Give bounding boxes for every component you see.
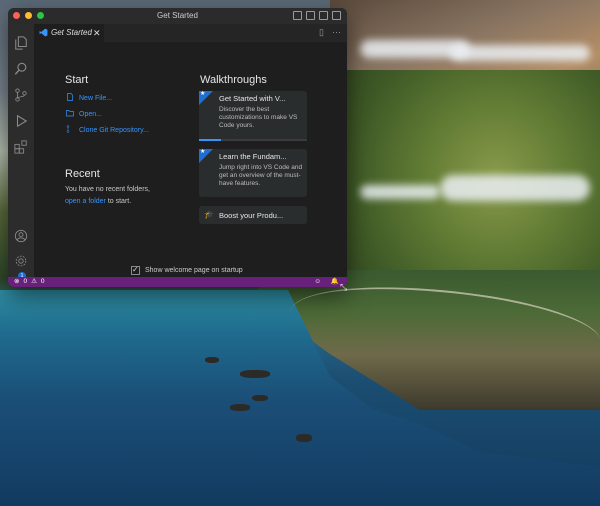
no-recent-text: You have no recent folders,: [65, 186, 150, 193]
window-title: Get Started: [157, 11, 198, 20]
new-file-link[interactable]: New File...: [66, 93, 112, 102]
explorer-icon[interactable]: [14, 36, 28, 50]
clone-repo-link[interactable]: Clone Git Repository...: [66, 125, 149, 134]
cloud: [450, 45, 590, 61]
editor-tab-bar: Get Started ✕ ▯ ···: [34, 24, 347, 42]
notifications-bell-icon[interactable]: 🔔: [331, 277, 339, 287]
new-file-icon: [66, 93, 75, 102]
show-welcome-checkbox[interactable]: [131, 265, 140, 275]
star-icon: ★: [200, 149, 206, 155]
tab-label: Get Started: [51, 28, 92, 37]
accounts-icon[interactable]: [14, 229, 28, 243]
search-icon[interactable]: [14, 62, 28, 76]
to-start-text: to start.: [107, 198, 132, 205]
cloud: [360, 185, 440, 199]
tab-get-started[interactable]: Get Started ✕: [34, 24, 104, 42]
open-folder-link[interactable]: open a folder: [65, 198, 106, 205]
status-right: ☺ 🔔: [314, 277, 339, 287]
traffic-lights: [13, 12, 44, 19]
close-tab-icon[interactable]: ✕: [93, 24, 101, 42]
more-actions-icon[interactable]: ···: [332, 27, 341, 38]
sea-rock: [205, 357, 219, 363]
walkthroughs-heading: Walkthroughs: [200, 74, 267, 86]
welcome-page: Start New File... Open... Clone Git Repo…: [34, 42, 347, 277]
card-title: Learn the Fundam...: [219, 152, 287, 161]
activity-bar: 1: [8, 24, 34, 280]
card-title: Boost your Produ...: [219, 211, 284, 220]
walkthrough-card-fundamentals[interactable]: ★ Learn the Fundam... Jump right into VS…: [199, 149, 307, 197]
toggle-secondary-sidebar-icon[interactable]: [319, 11, 328, 20]
title-bar[interactable]: Get Started: [8, 8, 347, 24]
source-control-icon: [66, 125, 75, 134]
manage-gear-icon[interactable]: [14, 254, 28, 268]
mortarboard-icon: 🎓: [204, 210, 214, 219]
card-description: Discover the best customizations to make…: [219, 106, 298, 129]
editor-actions: ▯ ···: [319, 27, 341, 38]
resize-cursor-icon: ⤡: [340, 282, 348, 292]
maximize-window-button[interactable]: [37, 12, 44, 19]
extensions-icon[interactable]: [14, 140, 28, 154]
start-heading: Start: [65, 74, 89, 86]
walkthrough-card-get-started[interactable]: ★ Get Started with V... Discover the bes…: [199, 91, 307, 141]
source-control-icon[interactable]: [14, 88, 28, 102]
sea-rock: [296, 434, 312, 442]
error-icon: ⊗: [14, 278, 20, 285]
toggle-panel-icon[interactable]: [306, 11, 315, 20]
folder-icon: [66, 109, 75, 118]
walkthrough-card-productivity[interactable]: 🎓 Boost your Produ...: [199, 206, 307, 224]
open-link[interactable]: Open...: [66, 109, 102, 118]
feedback-icon[interactable]: ☺: [314, 277, 321, 287]
close-window-button[interactable]: [13, 12, 20, 19]
customize-layout-icon[interactable]: [332, 11, 341, 20]
show-welcome-row: Show welcome page on startup: [131, 265, 243, 275]
vscode-window: Get Started 1 Get Started ✕ ▯ ··· Start …: [8, 8, 347, 287]
card-description: Jump right into VS Code and get an overv…: [219, 164, 303, 187]
show-welcome-label: Show welcome page on startup: [145, 267, 243, 274]
layout-controls: [293, 11, 341, 20]
warning-icon: ⚠: [31, 278, 37, 285]
card-title: Get Started with V...: [219, 94, 286, 103]
status-bar: ⊗ 0 ⚠ 0 ☺ 🔔: [8, 277, 347, 287]
warning-count: 0: [40, 278, 45, 285]
split-editor-icon[interactable]: ▯: [319, 27, 324, 38]
toggle-sidebar-icon[interactable]: [293, 11, 302, 20]
error-count: 0: [23, 278, 28, 285]
problems-indicator[interactable]: ⊗ 0 ⚠ 0: [14, 277, 45, 287]
walkthrough-progress: [199, 139, 307, 141]
open-folder-line: open a folder to start.: [65, 198, 131, 205]
minimize-window-button[interactable]: [25, 12, 32, 19]
run-debug-icon[interactable]: [14, 114, 28, 128]
sea-rock: [252, 395, 268, 401]
sea-rock: [240, 370, 270, 378]
cloud: [440, 175, 590, 201]
sea-rock: [230, 404, 250, 411]
star-icon: ★: [200, 91, 206, 97]
vscode-logo-icon: [39, 28, 48, 37]
recent-heading: Recent: [65, 168, 100, 180]
